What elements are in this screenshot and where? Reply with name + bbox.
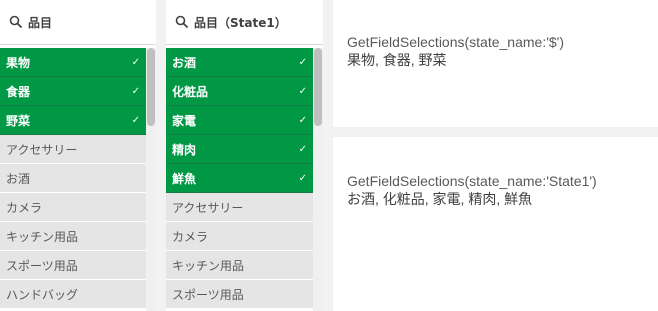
list-item-label: 精肉: [172, 142, 197, 157]
list-item[interactable]: お酒: [0, 164, 146, 193]
listbox-title: 品目: [28, 15, 53, 30]
listbox-hinmoku: 品目 果物 ✓ 食器 ✓ 野菜 ✓ アクセサリー お酒カメラキッチン用品 スポーツ用品 ハンドバッ…: [0, 0, 156, 311]
scrollbar[interactable]: [146, 48, 156, 311]
list-item-label: キッチン用品: [172, 258, 245, 273]
list-item[interactable]: スポーツ用品: [166, 280, 313, 309]
listbox-items: 果物 ✓ 食器 ✓ 野菜 ✓ アクセサリー お酒カメラキッチン用品 スポーツ用品 ハンドバッグ: [0, 48, 146, 311]
listbox-title: 品目（State1）: [194, 15, 287, 30]
list-item-label: スポーツ用品: [6, 258, 78, 273]
list-item-label: 野菜: [6, 113, 31, 128]
kpi-expression: GetFieldSelections(state_name:'$'): [347, 34, 565, 50]
list-item-label: アクセサリー: [172, 200, 244, 215]
listbox-items: お酒 ✓ 化粧品 ✓ 家電 ✓ 精肉 ✓ 鮮魚 ✓ アクセサリー カメラキッチン用品 スポーツ用品: [166, 48, 313, 311]
list-item-label: お酒: [6, 171, 31, 186]
kpi-value: 果物, 食器, 野菜: [347, 52, 447, 68]
listbox-hinmoku-state1: 品目（State1） お酒 ✓ 化粧品 ✓ 家電 ✓ 精肉 ✓ 鮮魚 ✓ アクセサリー カメラキッチン…: [166, 0, 323, 311]
list-item-label: カメラ: [172, 229, 209, 244]
scrollbar[interactable]: [313, 48, 323, 311]
list-item[interactable]: キッチン用品: [0, 222, 146, 251]
check-icon: ✓: [298, 143, 307, 155]
kpi-state1: GetFieldSelections(state_name:'State1') …: [333, 137, 658, 311]
list-item-label: キッチン用品: [6, 229, 79, 244]
list-item[interactable]: アクセサリー: [0, 135, 146, 164]
list-item-label: 鮮魚: [172, 171, 197, 186]
check-icon: ✓: [131, 114, 140, 126]
list-item[interactable]: 家電 ✓: [166, 106, 313, 135]
list-item-label: アクセサリー: [6, 142, 78, 157]
check-icon: ✓: [131, 85, 140, 97]
kpi-value: お酒, 化粧品, 家電, 精肉, 鮮魚: [347, 191, 533, 207]
list-item[interactable]: 食器 ✓: [0, 77, 146, 106]
list-item-label: カメラ: [6, 200, 43, 215]
search-icon[interactable]: [175, 15, 189, 29]
list-item[interactable]: カメラ: [166, 222, 313, 251]
list-item[interactable]: 化粧品 ✓: [166, 77, 313, 106]
scrollbar-thumb[interactable]: [147, 48, 155, 126]
list-item[interactable]: スポーツ用品: [0, 251, 146, 280]
list-item-label: 化粧品: [172, 84, 209, 99]
list-item[interactable]: お酒 ✓: [166, 48, 313, 77]
list-item[interactable]: 果物 ✓: [0, 48, 146, 77]
list-item[interactable]: 精肉 ✓: [166, 135, 313, 164]
check-icon: ✓: [298, 56, 307, 68]
check-icon: ✓: [298, 85, 307, 97]
search-icon[interactable]: [9, 15, 23, 29]
check-icon: ✓: [131, 56, 140, 68]
list-item-label: スポーツ用品: [172, 287, 244, 302]
list-item[interactable]: ハンドバッグ: [0, 280, 146, 309]
list-item-label: お酒: [172, 55, 197, 70]
check-icon: ✓: [298, 172, 307, 184]
list-item[interactable]: カメラ: [0, 193, 146, 222]
kpi-expression: GetFieldSelections(state_name:'State1'): [347, 173, 597, 189]
scrollbar-thumb[interactable]: [314, 48, 322, 126]
list-item-label: ハンドバッグ: [6, 287, 79, 302]
list-item[interactable]: 鮮魚 ✓: [166, 164, 313, 193]
list-item-label: 果物: [6, 55, 31, 70]
list-item[interactable]: アクセサリー: [166, 193, 313, 222]
listbox-header[interactable]: 品目: [0, 0, 156, 45]
kpi-default-state: GetFieldSelections(state_name:'$') 果物, 食…: [333, 0, 658, 127]
list-item[interactable]: キッチン用品: [166, 251, 313, 280]
list-item-label: 家電: [172, 113, 197, 128]
list-item[interactable]: 野菜 ✓: [0, 106, 146, 135]
listbox-header[interactable]: 品目（State1）: [166, 0, 323, 45]
list-item-label: 食器: [6, 84, 31, 99]
check-icon: ✓: [298, 114, 307, 126]
